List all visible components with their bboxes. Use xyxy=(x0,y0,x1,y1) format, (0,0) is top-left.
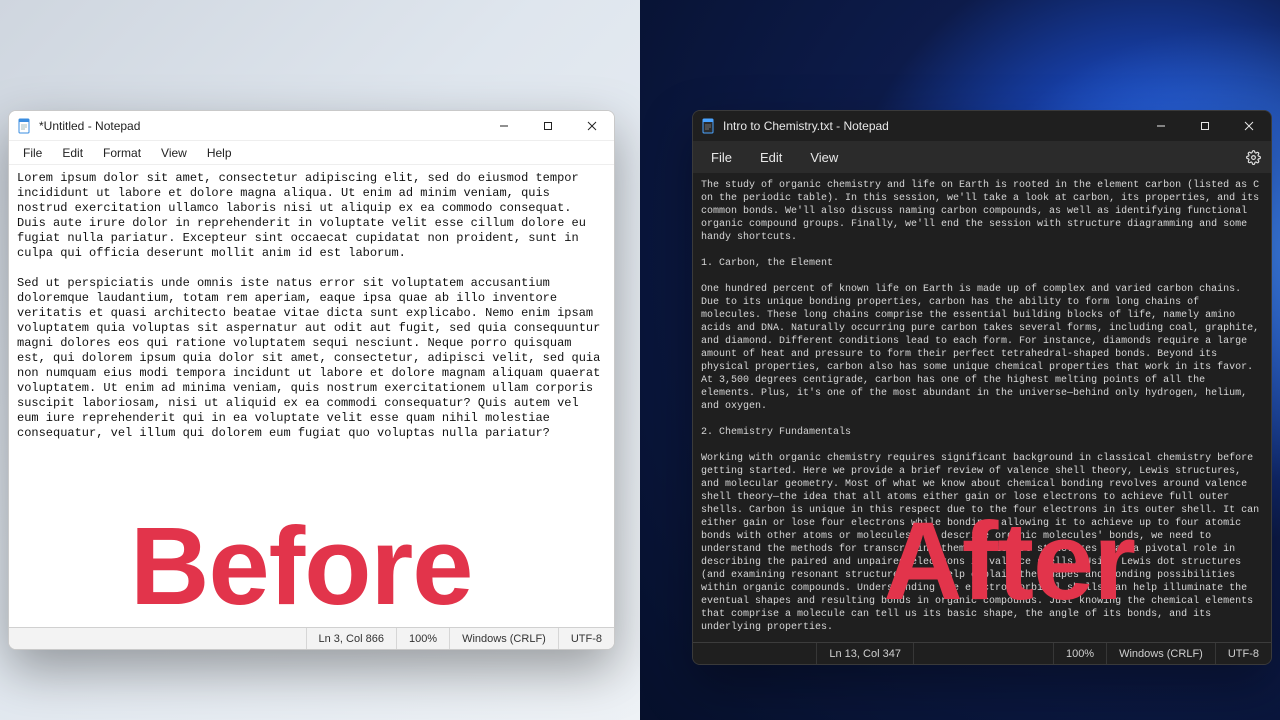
menu-format[interactable]: Format xyxy=(93,143,151,163)
status-eol: Windows (CRLF) xyxy=(1106,643,1215,664)
status-bar: Ln 13, Col 347 100% Windows (CRLF) UTF-8 xyxy=(693,642,1271,664)
menu-edit[interactable]: Edit xyxy=(746,144,796,171)
menubar: File Edit Format View Help xyxy=(9,141,614,165)
status-encoding: UTF-8 xyxy=(558,628,614,649)
menubar: File Edit View xyxy=(693,141,1271,173)
minimize-button[interactable] xyxy=(1139,111,1183,141)
status-eol: Windows (CRLF) xyxy=(449,628,558,649)
maximize-button[interactable] xyxy=(526,111,570,141)
close-button[interactable] xyxy=(570,111,614,141)
notepad-icon xyxy=(701,118,717,134)
maximize-button[interactable] xyxy=(1183,111,1227,141)
before-panel: *Untitled - Notepad File Edit Format Vie… xyxy=(0,0,640,720)
menu-help[interactable]: Help xyxy=(197,143,242,163)
menu-edit[interactable]: Edit xyxy=(52,143,93,163)
minimize-button[interactable] xyxy=(482,111,526,141)
menu-view[interactable]: View xyxy=(151,143,197,163)
status-zoom: 100% xyxy=(1053,643,1106,664)
status-bar: Ln 3, Col 866 100% Windows (CRLF) UTF-8 xyxy=(9,627,614,649)
after-panel: Intro to Chemistry.txt - Notepad File Ed… xyxy=(640,0,1280,720)
close-button[interactable] xyxy=(1227,111,1271,141)
settings-button[interactable] xyxy=(1239,150,1267,165)
notepad-icon xyxy=(17,118,33,134)
menu-file[interactable]: File xyxy=(13,143,52,163)
caption-after: After xyxy=(883,498,1135,625)
titlebar[interactable]: Intro to Chemistry.txt - Notepad xyxy=(693,111,1271,141)
window-title: Intro to Chemistry.txt - Notepad xyxy=(723,119,897,133)
titlebar[interactable]: *Untitled - Notepad xyxy=(9,111,614,141)
menu-file[interactable]: File xyxy=(697,144,746,171)
menu-view[interactable]: View xyxy=(796,144,852,171)
caption-before: Before xyxy=(130,503,472,630)
status-encoding: UTF-8 xyxy=(1215,643,1271,664)
window-title: *Untitled - Notepad xyxy=(39,119,148,133)
status-position: Ln 13, Col 347 xyxy=(816,643,913,664)
status-zoom: 100% xyxy=(396,628,449,649)
status-position: Ln 3, Col 866 xyxy=(306,628,396,649)
